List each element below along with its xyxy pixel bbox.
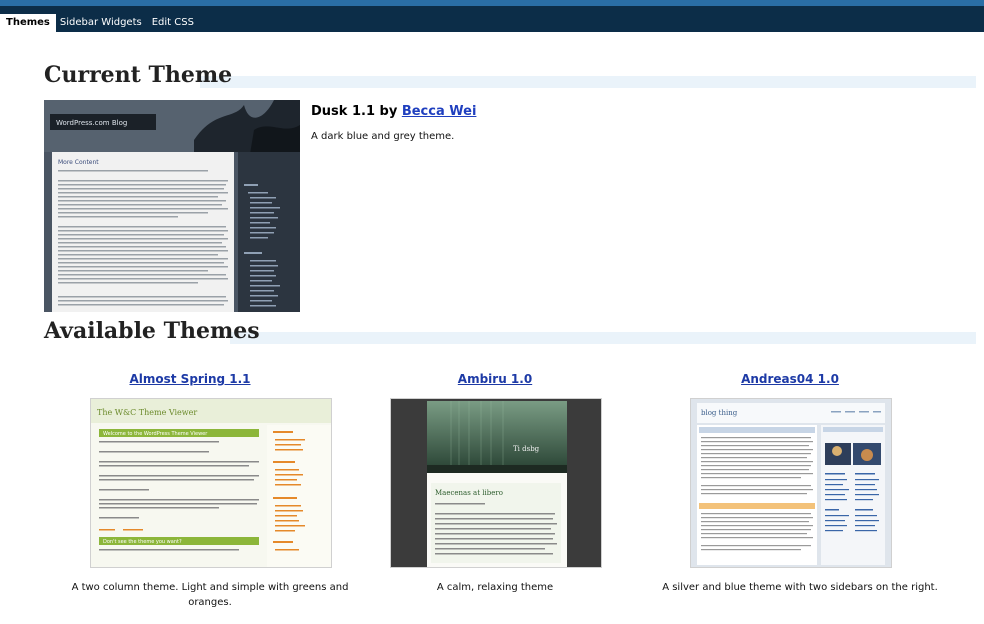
current-theme-by: by (379, 104, 398, 119)
available-themes-heading-rule (230, 332, 976, 344)
dusk-blog-title: WordPress.com Blog (56, 119, 127, 127)
tab-list: Themes Sidebar Widgets Edit CSS (0, 14, 200, 32)
dusk-post-title: More Content (58, 159, 99, 166)
theme-description-andreas04: A silver and blue theme with two sidebar… (662, 582, 938, 593)
almost-spring-banner2: Don't see the theme you want? (103, 539, 182, 545)
ambiru-screenshot-art: Ti dsbg Maecenas at libero (391, 399, 601, 567)
current-theme-name: Dusk 1.1 (311, 104, 375, 119)
current-theme-screenshot-art: WordPress.com Blog More Content (44, 100, 300, 312)
theme-description-ambiru: A calm, relaxing theme (436, 582, 554, 593)
andreas04-screenshot-art: blog thing (691, 399, 891, 567)
ambiru-blog-title: Ti dsbg (513, 445, 540, 453)
theme-description-almost-spring: A two column theme. Light and simple wit… (71, 582, 349, 608)
theme-name-andreas04[interactable]: Andreas04 1.0 (690, 372, 890, 386)
current-theme-author-link[interactable]: Becca Wei (402, 104, 477, 119)
tab-themes[interactable]: Themes (0, 14, 56, 32)
current-theme-description: A dark blue and grey theme. (311, 131, 455, 142)
theme-screenshot-almost-spring[interactable]: The W&C Theme Viewer Welcome to the Word… (90, 398, 332, 568)
theme-screenshot-ambiru[interactable]: Ti dsbg Maecenas at libero (390, 398, 602, 568)
available-themes-heading: Available Themes (44, 318, 260, 344)
current-theme-heading: Current Theme (44, 62, 233, 88)
admin-top-bar: Themes Sidebar Widgets Edit CSS (0, 0, 984, 32)
theme-name-ambiru[interactable]: Ambiru 1.0 (390, 372, 600, 386)
tab-sidebar-widgets[interactable]: Sidebar Widgets (56, 14, 148, 32)
current-theme-title: Dusk 1.1 by Becca Wei (311, 104, 476, 119)
almost-spring-header: The W&C Theme Viewer (97, 408, 197, 417)
almost-spring-screenshot-art: The W&C Theme Viewer Welcome to the Word… (91, 399, 331, 567)
current-theme-screenshot: WordPress.com Blog More Content (44, 100, 300, 312)
andreas04-blog-title: blog thing (701, 409, 738, 417)
theme-name-almost-spring[interactable]: Almost Spring 1.1 (90, 372, 290, 386)
almost-spring-banner: Welcome to the WordPress Theme Viewer (103, 431, 208, 437)
current-theme-heading-rule (200, 76, 976, 88)
tab-edit-css[interactable]: Edit CSS (148, 14, 200, 32)
ambiru-post-title: Maecenas at libero (435, 489, 503, 497)
theme-screenshot-andreas04[interactable]: blog thing (690, 398, 892, 568)
